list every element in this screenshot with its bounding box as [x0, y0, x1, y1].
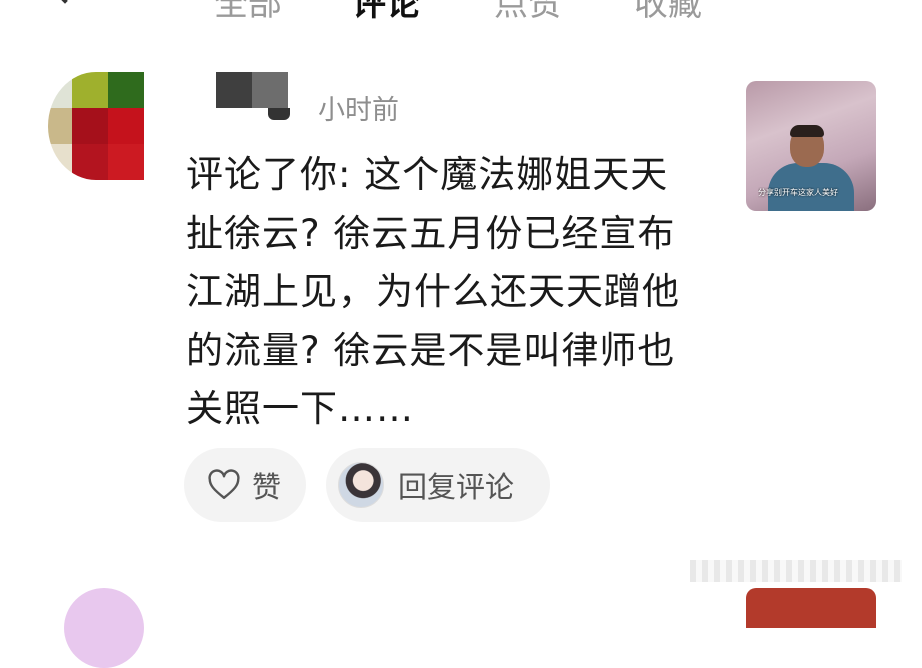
reply-comment-button[interactable]: 回复评论: [326, 448, 550, 522]
avatar[interactable]: [48, 72, 144, 180]
avatar[interactable]: [64, 588, 144, 668]
watermark: [690, 560, 902, 582]
comment-text[interactable]: 评论了你: 这个魔法娜姐天天扯徐云? 徐云五月份已经宣布江湖上见，为什么还天天蹭…: [186, 146, 706, 439]
tab-favorites[interactable]: 收藏: [634, 0, 702, 25]
reply-label: 回复评论: [398, 470, 515, 504]
back-arrow-icon[interactable]: [52, 0, 78, 4]
tab-likes[interactable]: 点赞: [494, 0, 562, 25]
my-avatar: [338, 462, 384, 508]
username-redacted-fragment: [268, 108, 290, 120]
like-label: 赞: [252, 470, 282, 504]
video-thumbnail[interactable]: 分享别开车这家人美好: [746, 81, 876, 211]
timestamp: 小时前: [318, 95, 399, 126]
tab-comments[interactable]: 评论: [352, 0, 420, 25]
heart-icon: [208, 469, 240, 499]
like-button[interactable]: 赞: [184, 448, 306, 522]
tab-all[interactable]: 全部: [214, 0, 282, 25]
username-redacted[interactable]: [216, 72, 288, 108]
video-thumbnail[interactable]: [746, 588, 876, 628]
thumbnail-caption: 分享别开车这家人美好: [758, 188, 838, 197]
top-tab-bar: 全部 评论 点赞 收藏: [0, 0, 922, 24]
